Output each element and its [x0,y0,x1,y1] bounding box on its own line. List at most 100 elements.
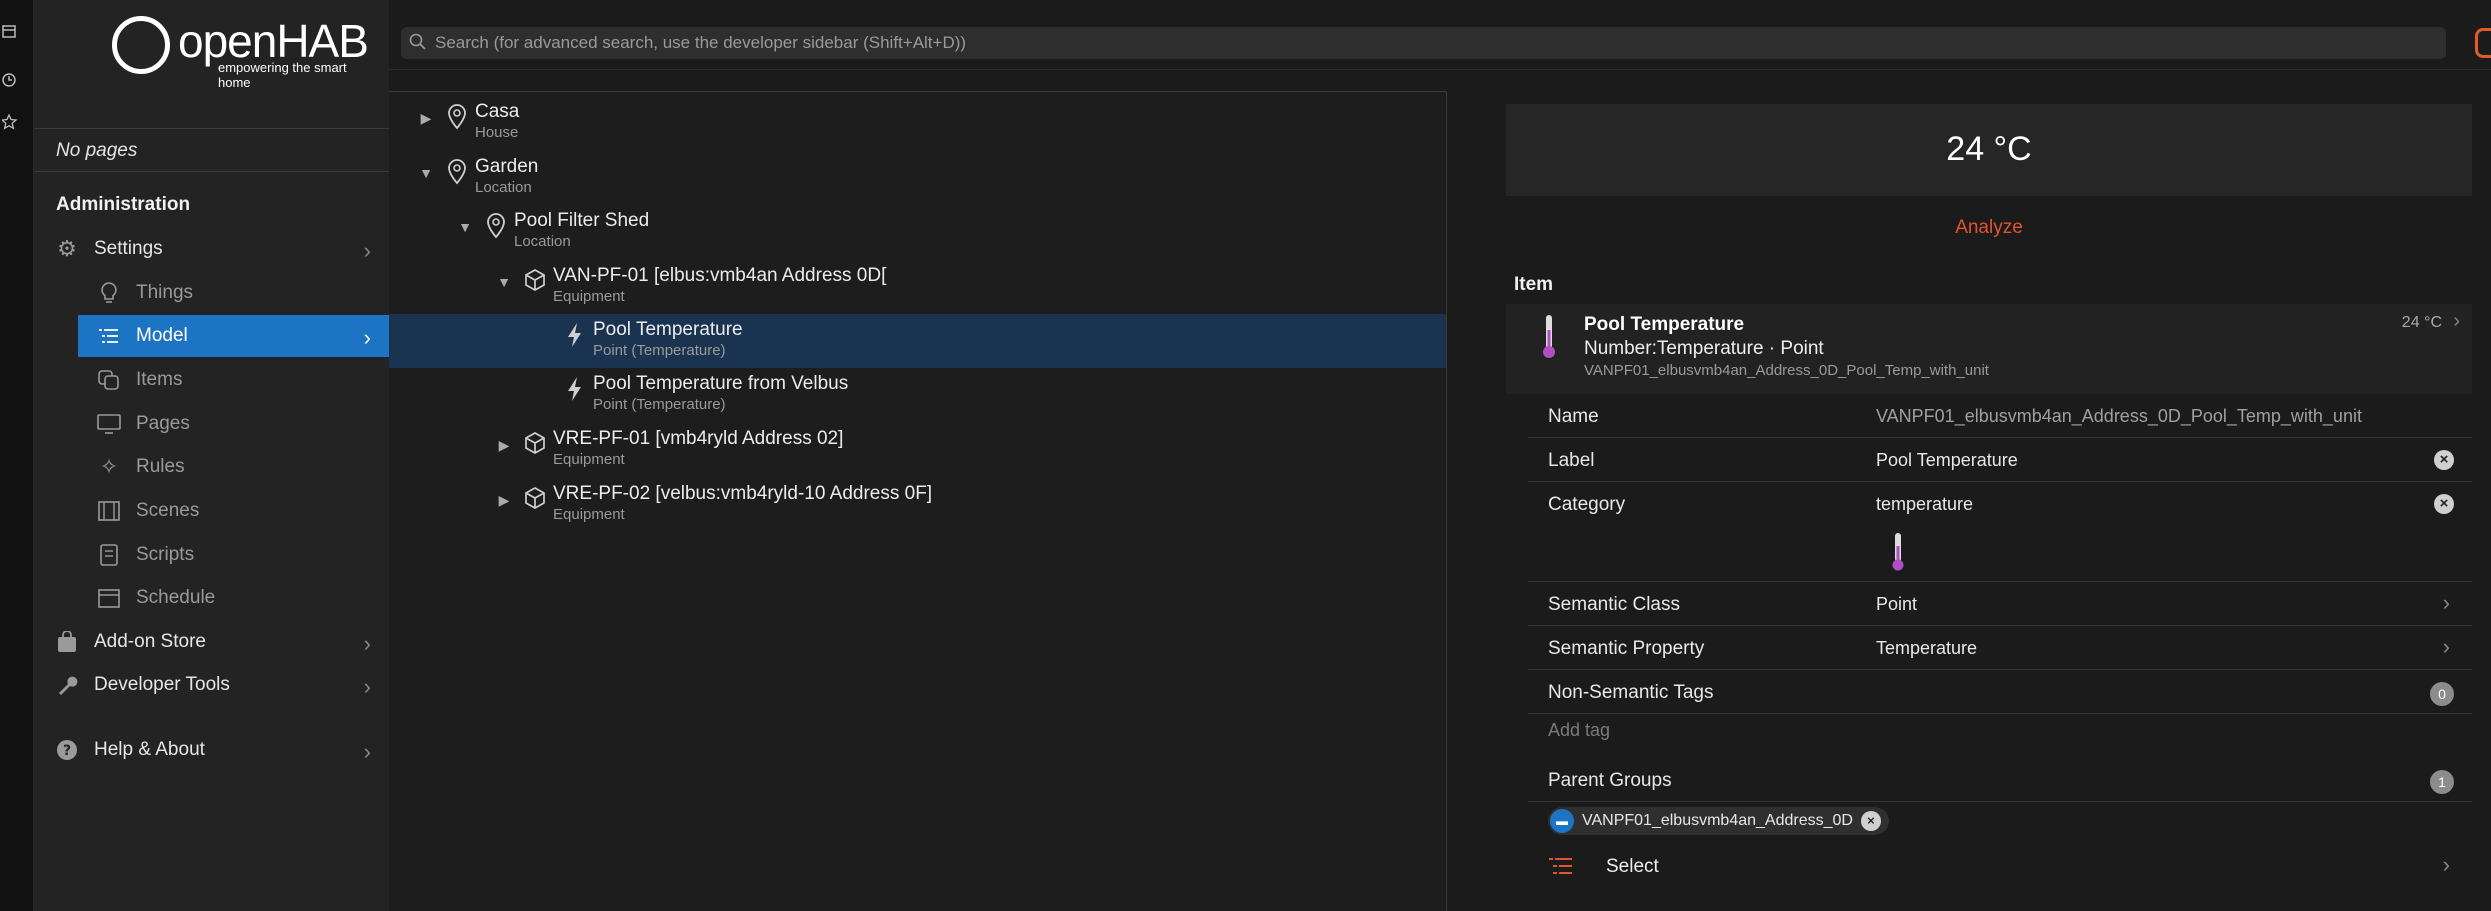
chevron-right-icon: › [2442,852,2450,877]
svg-text:?: ? [63,743,71,759]
tree-node-vre-pf-02[interactable]: ▶ VRE-PF-02 [velbus:vmb4ryld-10 Address … [491,478,1441,532]
semantic-property-row[interactable]: Semantic Property Temperature › [1528,626,2472,670]
search-box[interactable] [401,27,2446,59]
tree-node-pool-temperature-velbus[interactable]: Pool Temperature from Velbus Point (Temp… [389,368,1446,422]
category-row[interactable]: Category temperature × [1528,482,2472,582]
chevron-right-icon: › [363,238,371,263]
tree-node-van-pf-01[interactable]: ▼ VAN-PF-01 [elbus:vmb4an Address 0D[ Eq… [491,260,1441,314]
gear-icon: ⚙ [57,236,77,261]
sidebar-item-label: Developer Tools [94,674,230,695]
no-pages-label: No pages [34,128,389,172]
expand-arrow-icon[interactable]: ▶ [413,96,439,127]
chevron-right-icon: › [363,739,371,764]
thermometer-icon [1543,315,1555,358]
remove-group-icon[interactable]: × [1860,811,1881,831]
sidebar-item-developer-tools[interactable]: Developer Tools › [34,664,389,706]
collapse-arrow-icon[interactable]: ▼ [491,260,517,290]
sidebar-item-label: Rules [136,456,185,477]
panel-toggle-icon[interactable] [2475,28,2491,58]
category-field[interactable]: temperature [1876,494,1973,515]
tree-node-casa[interactable]: ▶ Casa House [413,96,1443,150]
tree-node-label: VAN-PF-01 [elbus:vmb4an Address 0D[ [553,265,887,286]
tree-node-type: Equipment [553,288,625,305]
select-groups-button[interactable]: Select › [1548,846,2472,890]
search-input[interactable] [435,27,2425,59]
search-icon [409,33,427,56]
item-state: 24 °C [2401,314,2442,331]
item-name: Pool Temperature [1584,314,1745,335]
tree-node-type: House [475,124,519,141]
sidebar-item-model[interactable]: Model › [78,315,389,357]
sidebar-item-scenes[interactable]: Scenes [34,490,389,532]
list-tree-icon [96,323,122,349]
name-row: Name VANPF01_elbusvmb4an_Address_0D_Pool… [1528,394,2472,438]
script-icon [96,542,122,568]
parent-group-chip[interactable]: ▬ VANPF01_elbusvmb4an_Address_0D × [1548,807,1889,835]
dashboard-icon[interactable] [2,24,18,40]
state-card: 24 °C [1506,104,2472,196]
label-row[interactable]: Label Pool Temperature × [1528,438,2472,482]
clear-category-icon[interactable]: × [2434,494,2454,514]
analyze-link[interactable]: Analyze [1506,217,2472,239]
sidebar-item-label: Model [136,325,188,346]
tree-node-label: VRE-PF-01 [vmb4ryld Address 02] [553,428,844,449]
tree-node-pool-temperature[interactable]: Pool Temperature Point (Temperature) [389,314,1446,368]
sidebar-item-label: Settings [94,238,163,259]
add-tag-input[interactable]: Add tag [1548,720,1610,741]
chevron-right-icon: › [363,674,371,699]
sidebar: openHAB empowering the smart home No pag… [34,0,389,911]
list-tree-icon [1549,858,1572,874]
cube-icon [517,478,553,517]
location-pin-icon [439,151,475,192]
tree-node-type: Point (Temperature) [593,396,726,413]
sidebar-item-settings[interactable]: ⚙ Settings › [34,228,389,270]
state-value: 24 °C [1946,130,2032,168]
sidebar-item-rules[interactable]: ✧ Rules [34,446,389,488]
expand-arrow-icon[interactable]: ▶ [491,423,517,454]
tree-node-label: VRE-PF-02 [velbus:vmb4ryld-10 Address 0F… [553,483,933,504]
wand-icon: ✧ [99,454,119,479]
category-thermometer-icon [1892,533,1904,571]
semantic-property-label: Semantic Property [1548,638,1705,659]
sidebar-item-items[interactable]: Items [34,359,389,401]
tree-node-pool-filter-shed[interactable]: ▼ Pool Filter Shed Location [452,205,1442,259]
semantic-class-row[interactable]: Semantic Class Point › [1528,582,2472,626]
squares-icon [96,367,122,393]
chevron-right-icon: › [2442,590,2450,615]
star-icon[interactable] [2,114,18,130]
sidebar-item-scripts[interactable]: Scripts [34,534,389,576]
parent-group-name: VANPF01_elbusvmb4an_Address_0D [1582,812,1853,829]
calendar-icon [96,585,122,611]
tags-count-badge: 0 [2430,682,2454,706]
sidebar-item-schedule[interactable]: Schedule [34,577,389,619]
sidebar-item-addon-store[interactable]: Add-on Store › [34,621,389,663]
item-type: Number:Temperature · Point [1584,338,1824,359]
bolt-icon [557,368,593,409]
tree-node-vre-pf-01[interactable]: ▶ VRE-PF-01 [vmb4ryld Address 02] Equipm… [491,423,1441,477]
sidebar-item-label: Pages [136,413,190,434]
sidebar-item-help-about[interactable]: ? Help & About › [34,729,389,771]
sidebar-item-things[interactable]: Things [34,272,389,314]
clear-label-icon[interactable]: × [2434,450,2454,470]
tree-node-garden[interactable]: ▼ Garden Location [413,151,1443,205]
chevron-right-icon: › [2442,634,2450,659]
item-card[interactable]: Pool Temperature Number:Temperature · Po… [1506,304,2472,394]
expand-arrow-icon[interactable]: ▶ [491,478,517,509]
collapse-arrow-icon[interactable]: ▼ [452,205,478,235]
openhab-logo[interactable]: openHAB empowering the smart home [78,10,369,90]
clock-icon[interactable] [2,72,18,88]
tree-node-label: Garden [475,156,539,177]
top-bar [389,0,2491,70]
sidebar-item-pages[interactable]: Pages [34,403,389,445]
sidebar-item-label: Scripts [136,544,195,565]
left-edge-strip [0,0,34,911]
semantic-class-label: Semantic Class [1548,594,1680,615]
tree-node-type: Location [475,179,532,196]
collapse-arrow-icon[interactable]: ▼ [413,151,439,181]
tree-node-type: Equipment [553,451,625,468]
label-field[interactable]: Pool Temperature [1876,450,2018,471]
sidebar-item-label: Items [136,369,183,390]
tree-node-type: Location [514,233,571,250]
parent-groups-row: Parent Groups 1 [1528,758,2472,802]
bolt-icon [557,314,593,355]
